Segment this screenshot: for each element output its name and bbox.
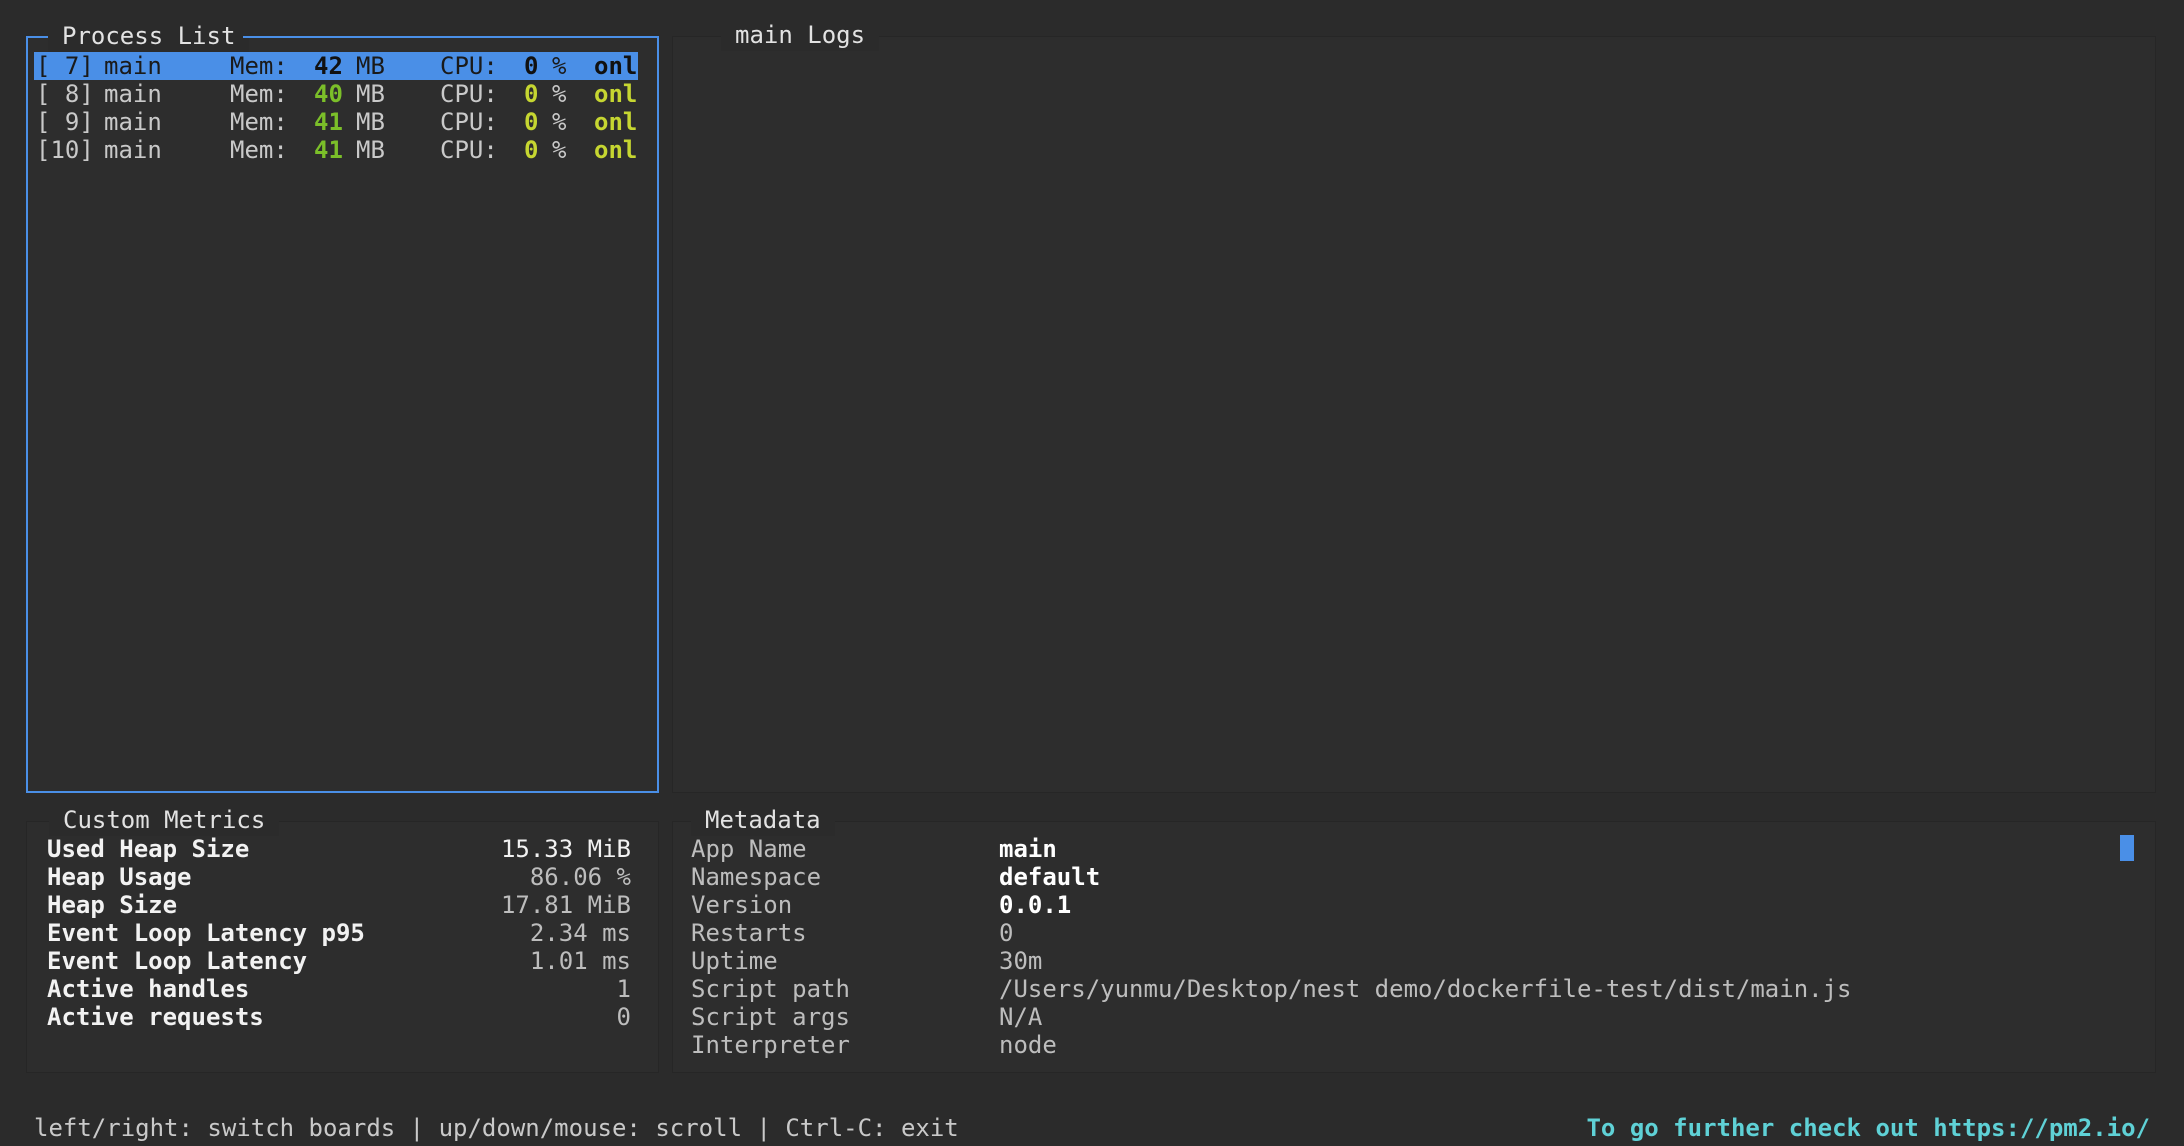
- logs-panel[interactable]: main Logs: [672, 19, 2156, 793]
- pm2-promo-link[interactable]: To go further check out https://pm2.io/: [1586, 1114, 2150, 1142]
- process-row[interactable]: [ 8] main Mem: 40 MB CPU: 0% onl: [34, 80, 638, 108]
- metadata-value: node: [999, 1031, 1057, 1059]
- metadata-label: App Name: [691, 835, 807, 863]
- process-status: onl: [594, 52, 638, 80]
- metadata-label: Script path: [691, 975, 850, 1003]
- process-cpu-value: 0: [524, 108, 539, 136]
- process-id: [ 8]: [36, 80, 94, 108]
- metadata-title: Metadata: [691, 804, 835, 836]
- process-mem-unit: MB: [356, 52, 385, 80]
- process-row[interactable]: [ 7] main Mem: 42 MB CPU: 0% onl: [34, 52, 638, 80]
- process-mem-label: Mem:: [230, 136, 288, 164]
- metadata-row: Uptime 30m: [691, 947, 2131, 975]
- metadata-row: Version 0.0.1: [691, 891, 2131, 919]
- metric-value: 17.81 MiB: [500, 891, 631, 919]
- metric-value: 2.34 ms: [529, 919, 631, 947]
- process-cpu-unit: %: [552, 136, 567, 164]
- metadata-label: Interpreter: [691, 1031, 850, 1059]
- metric-value: 86.06 %: [529, 863, 631, 891]
- process-status: onl: [594, 136, 638, 164]
- process-mem-unit: MB: [356, 108, 385, 136]
- process-mem-value: 42: [314, 52, 343, 80]
- metadata-value: 0: [999, 919, 1014, 947]
- process-mem-label: Mem:: [230, 108, 288, 136]
- process-status: onl: [594, 80, 638, 108]
- metadata-row: Restarts 0: [691, 919, 2131, 947]
- logs-title: main Logs: [721, 19, 880, 51]
- process-name: main: [104, 136, 162, 164]
- metadata-value: /Users/yunmu/Desktop/nest demo/dockerfil…: [999, 975, 1852, 1003]
- metadata-value: 0.0.1: [999, 891, 1072, 919]
- process-cpu-label: CPU:: [440, 108, 498, 136]
- process-name: main: [104, 80, 162, 108]
- custom-metrics-title: Custom Metrics: [49, 804, 280, 836]
- process-cpu-label: CPU:: [440, 52, 498, 80]
- metric-value: 1.01 ms: [529, 947, 631, 975]
- metric-value: 1: [616, 975, 631, 1003]
- process-cpu-unit: %: [552, 108, 567, 136]
- metadata-row: Interpreter node: [691, 1031, 2131, 1059]
- process-cpu-value: 0: [524, 136, 539, 164]
- metadata-label: Namespace: [691, 863, 822, 891]
- metric-row: Active handles 1: [47, 975, 631, 1003]
- metric-row: Used Heap Size 15.33 MiB: [47, 835, 631, 863]
- metadata-row: App Name main: [691, 835, 2131, 863]
- process-mem-value: 40: [314, 80, 343, 108]
- metric-label: Used Heap Size: [47, 835, 250, 863]
- metric-value: 15.33 MiB: [500, 835, 631, 863]
- process-id: [ 7]: [36, 52, 94, 80]
- process-cpu-label: CPU:: [440, 80, 498, 108]
- custom-metrics-panel[interactable]: Custom Metrics Used Heap Size 15.33 MiB He…: [26, 804, 659, 1073]
- metric-label: Event Loop Latency p95: [47, 919, 365, 947]
- process-id: [10]: [36, 136, 94, 164]
- process-cpu-value: 0: [524, 80, 539, 108]
- process-id: [ 9]: [36, 108, 94, 136]
- process-name: main: [104, 108, 162, 136]
- process-status: onl: [594, 108, 638, 136]
- metadata-scrollbar[interactable]: [2120, 835, 2134, 861]
- metric-row: Active requests 0: [47, 1003, 631, 1031]
- process-list-title: Process List: [48, 20, 250, 52]
- process-mem-label: Mem:: [230, 80, 288, 108]
- metadata-row: Script args N/A: [691, 1003, 2131, 1031]
- process-row[interactable]: [10] main Mem: 41 MB CPU: 0% onl: [34, 136, 638, 164]
- metric-row: Event Loop Latency p95 2.34 ms: [47, 919, 631, 947]
- process-list-panel[interactable]: Process List [ 7] main Mem: 42 MB CPU: 0% onl[ …: [26, 20, 659, 793]
- metadata-panel[interactable]: Metadata App Name main Namespace default Ver…: [672, 804, 2156, 1073]
- process-cpu-unit: %: [552, 52, 567, 80]
- metric-label: Active handles: [47, 975, 250, 1003]
- metric-row: Heap Size 17.81 MiB: [47, 891, 631, 919]
- metadata-row: Script path/Users/yunmu/Desktop/nest dem…: [691, 975, 2131, 1003]
- process-mem-value: 41: [314, 108, 343, 136]
- keyboard-help: left/right: switch boards | up/down/mous…: [34, 1114, 959, 1142]
- metadata-row: Namespace default: [691, 863, 2131, 891]
- metric-label: Active requests: [47, 1003, 264, 1031]
- metric-label: Heap Usage: [47, 863, 192, 891]
- metadata-value: 30m: [999, 947, 1043, 975]
- process-mem-label: Mem:: [230, 52, 288, 80]
- process-mem-unit: MB: [356, 80, 385, 108]
- process-cpu-value: 0: [524, 52, 539, 80]
- metric-label: Heap Size: [47, 891, 178, 919]
- metadata-value: main: [999, 835, 1057, 863]
- process-row[interactable]: [ 9] main Mem: 41 MB CPU: 0% onl: [34, 108, 638, 136]
- process-mem-value: 41: [314, 136, 343, 164]
- metric-label: Event Loop Latency: [47, 947, 308, 975]
- metadata-label: Script args: [691, 1003, 850, 1031]
- metadata-label: Restarts: [691, 919, 807, 947]
- metadata-label: Uptime: [691, 947, 778, 975]
- process-cpu-unit: %: [552, 80, 567, 108]
- metric-row: Heap Usage 86.06 %: [47, 863, 631, 891]
- title-line-right: [243, 36, 273, 38]
- metadata-value: N/A: [999, 1003, 1043, 1031]
- process-name: main: [104, 52, 162, 80]
- process-mem-unit: MB: [356, 136, 385, 164]
- metadata-label: Version: [691, 891, 793, 919]
- metadata-value: default: [999, 863, 1101, 891]
- metric-value: 0: [616, 1003, 631, 1031]
- process-cpu-label: CPU:: [440, 136, 498, 164]
- metric-row: Event Loop Latency 1.01 ms: [47, 947, 631, 975]
- title-line-left: [28, 36, 48, 38]
